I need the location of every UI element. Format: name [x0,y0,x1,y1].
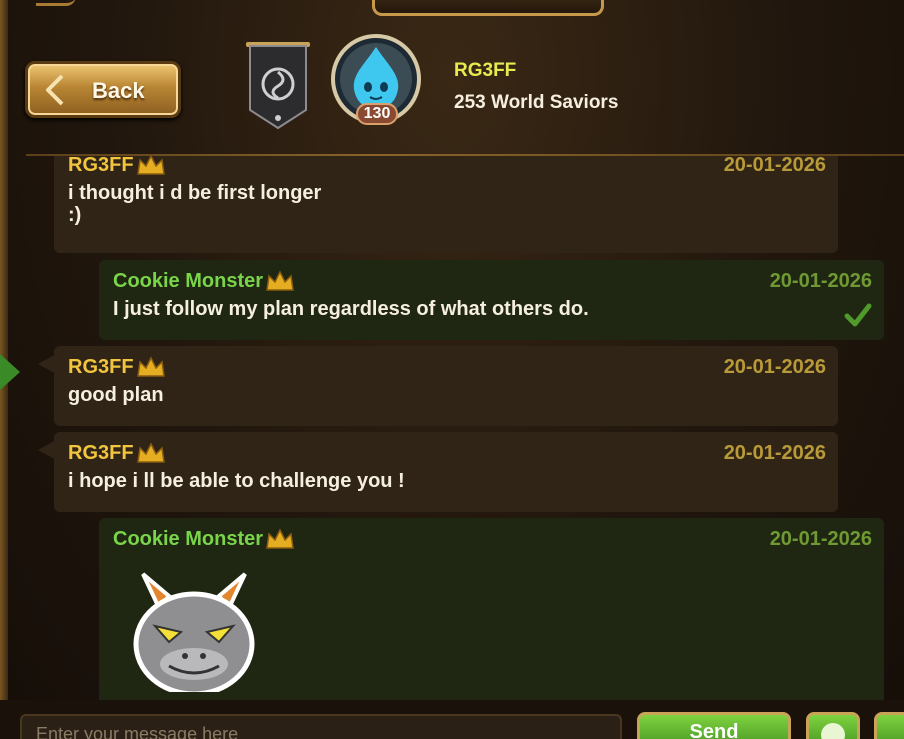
message-date: 20-01-2026 [769,270,872,292]
chat-message: Cookie Monster 20-01-2026 I just follow … [99,260,884,340]
crown-icon [137,156,165,175]
message-sender: Cookie Monster [113,270,264,292]
message-date: 20-01-2026 [769,528,872,550]
attachment-button[interactable] [874,712,904,739]
back-arrow-icon [46,74,64,106]
chat-message: Cookie Monster 20-01-2026 [99,518,884,700]
guild-name: 253 World Saviors [454,92,619,113]
message-sender: RG3FF [68,442,134,464]
message-date: 20-01-2026 [723,356,826,378]
message-text: i thought i d be first longer :) [68,182,322,226]
chat-header: Back 130 RG3FF 253 World Saviors [0,0,904,156]
message-sender: Cookie Monster [113,528,264,550]
crown-icon [137,356,165,377]
message-text: i hope i ll be able to challenge you ! [68,470,405,492]
message-text: I just follow my plan regardless of what… [113,298,589,320]
chat-message: RG3FF 20-01-2026 i thought i d be first … [54,156,838,253]
chat-message-list[interactable]: RG3FF 20-01-2026 i thought i d be first … [0,156,904,700]
message-input-bar: Send [0,700,904,739]
message-tail [38,354,56,374]
guild-banner-icon[interactable] [244,40,312,130]
message-text: good plan [68,384,164,406]
message-tail [38,440,56,460]
emoji-icon [821,723,845,739]
back-button[interactable]: Back [25,61,181,118]
chat-side-arrow [0,354,20,390]
crown-icon [137,442,165,463]
crown-icon [266,270,294,291]
player-name: RG3FF [454,60,517,81]
gargoyle-sticker [133,572,255,692]
message-date: 20-01-2026 [723,442,826,464]
send-button[interactable]: Send [637,712,791,739]
message-date: 20-01-2026 [723,156,826,176]
back-button-label: Back [92,78,145,103]
chat-message: RG3FF 20-01-2026 good plan [38,346,838,426]
crown-icon [266,528,294,549]
chat-message: RG3FF 20-01-2026 i hope i ll be able to … [38,432,838,512]
message-input[interactable] [20,714,622,739]
message-sender: RG3FF [68,156,134,176]
emoji-button[interactable] [806,712,860,739]
delivered-check-icon [844,303,872,327]
message-sender: RG3FF [68,356,134,378]
player-level-badge: 130 [356,103,398,125]
